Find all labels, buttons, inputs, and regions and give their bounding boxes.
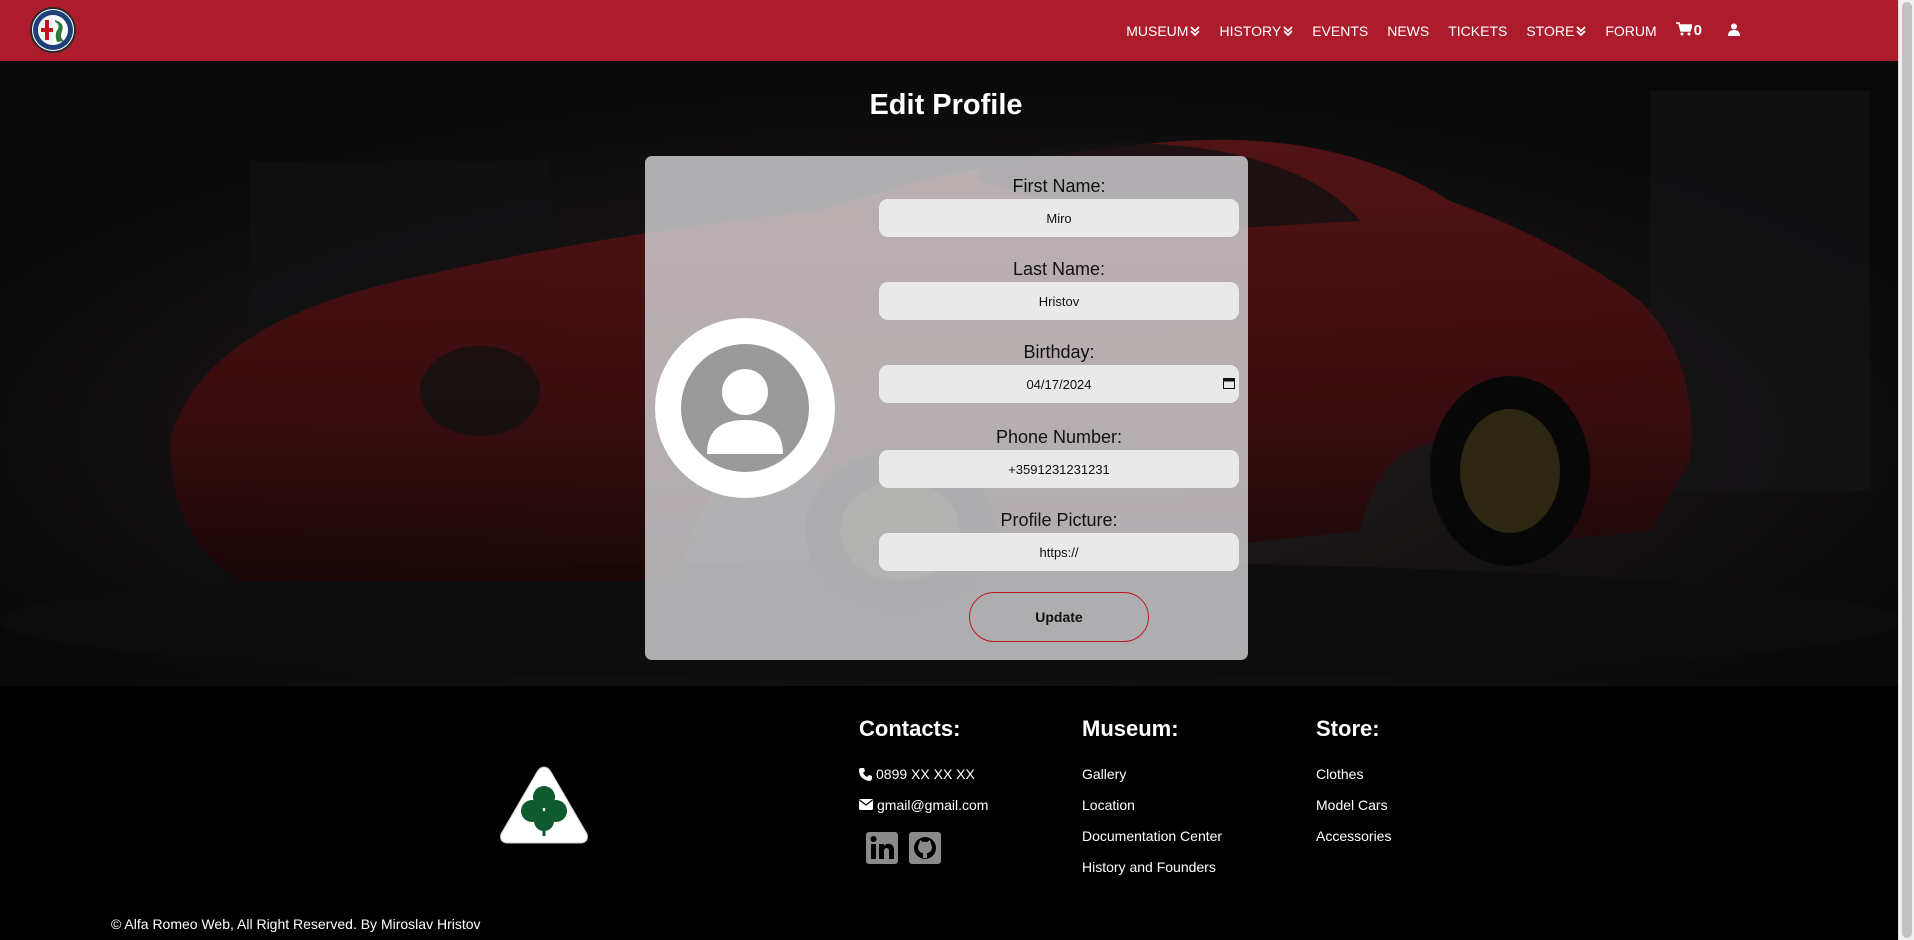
email-text: gmail@gmail.com — [877, 797, 989, 813]
contacts-title: Contacts: — [859, 716, 961, 741]
nav-item-label: STORE — [1526, 22, 1575, 39]
avatar — [655, 318, 835, 498]
nav-item-label: MUSEUM — [1126, 22, 1189, 39]
phone-text: 0899 XX XX XX — [876, 766, 975, 782]
birthday-label: Birthday: — [1023, 342, 1095, 362]
cart-count: 0 — [1693, 22, 1702, 39]
nav-item-museum[interactable]: MUSEUM — [1126, 0, 1201, 61]
hero-section: Edit Profile First Name: Miro Last Name:… — [0, 61, 1898, 686]
nav-item-label: HISTORY — [1219, 22, 1282, 39]
double-chevron-down-icon — [1283, 23, 1293, 39]
nav-item-label: NEWS — [1387, 22, 1430, 39]
phone-icon — [859, 766, 876, 784]
museum-title: Museum: — [1082, 716, 1179, 741]
first-name-input[interactable]: Miro — [879, 199, 1239, 237]
update-button[interactable]: Update — [969, 592, 1149, 642]
store-link-clothes[interactable]: Clothes — [1316, 766, 1391, 797]
copyright-text: © Alfa Romeo Web, All Right Reserved. By… — [111, 916, 481, 932]
default-user-avatar-icon — [681, 344, 809, 472]
alfa-romeo-logo[interactable] — [30, 7, 76, 53]
calendar-icon[interactable] — [1223, 377, 1235, 392]
scrollbar-thumb[interactable] — [1902, 2, 1912, 938]
page-title: Edit Profile — [869, 89, 1023, 121]
first-name-label: First Name: — [1012, 176, 1106, 196]
envelope-icon — [859, 797, 877, 813]
birthday-input[interactable]: 04/17/2024 — [879, 365, 1239, 403]
phone-label: Phone Number: — [995, 427, 1123, 447]
linkedin-icon[interactable] — [865, 831, 899, 870]
footer-store: Store: Clothes Model Cars Accessories — [1316, 716, 1391, 859]
profile-picture-label: Profile Picture: — [1000, 510, 1118, 530]
museum-link-gallery[interactable]: Gallery — [1082, 766, 1222, 797]
museum-link-location[interactable]: Location — [1082, 797, 1222, 828]
museum-link-documentation[interactable]: Documentation Center — [1082, 828, 1222, 859]
nav-item-label: FORUM — [1605, 22, 1657, 39]
contact-email[interactable]: gmail@gmail.com — [859, 797, 988, 828]
last-name-label: Last Name: — [1012, 259, 1106, 279]
nav-item-events[interactable]: EVENTS — [1312, 0, 1368, 61]
nav-item-tickets[interactable]: TICKETS — [1448, 0, 1507, 61]
cart-button[interactable]: 0 — [1675, 0, 1702, 61]
footer-contacts: Contacts: 0899 XX XX XX gmail@gmail.com — [859, 716, 988, 870]
store-title: Store: — [1316, 716, 1380, 741]
double-chevron-down-icon — [1576, 23, 1586, 39]
nav-item-news[interactable]: NEWS — [1387, 0, 1429, 61]
nav-item-store[interactable]: STORE — [1526, 0, 1586, 61]
profile-picture-input[interactable]: https:// — [879, 533, 1239, 571]
contact-phone[interactable]: 0899 XX XX XX — [859, 766, 988, 797]
phone-input[interactable]: +3591231231231 — [879, 450, 1239, 488]
store-link-model-cars[interactable]: Model Cars — [1316, 797, 1391, 828]
nav-item-label: TICKETS — [1448, 22, 1508, 39]
nav-item-label: EVENTS — [1312, 22, 1369, 39]
github-icon[interactable] — [908, 831, 942, 870]
footer: Contacts: 0899 XX XX XX gmail@gmail.com … — [0, 686, 1898, 940]
store-link-accessories[interactable]: Accessories — [1316, 828, 1391, 859]
double-chevron-down-icon — [1190, 23, 1201, 39]
user-profile-button[interactable] — [1728, 0, 1740, 61]
cart-icon — [1675, 21, 1694, 40]
edit-profile-card: First Name: Miro Last Name: Hristov Birt… — [645, 156, 1248, 660]
top-navbar: MUSEUM HISTORY EVENTS NEWS TICKETS STORE — [0, 0, 1898, 61]
nav-links: MUSEUM HISTORY EVENTS NEWS TICKETS STORE — [1107, 0, 1740, 61]
footer-museum: Museum: Gallery Location Documentation C… — [1082, 716, 1222, 890]
social-links — [865, 831, 988, 870]
page-scrollbar[interactable] — [1898, 0, 1914, 940]
last-name-input[interactable]: Hristov — [879, 282, 1239, 320]
user-icon — [1728, 23, 1740, 39]
birthday-value: 04/17/2024 — [1026, 376, 1092, 392]
quadrifoglio-logo — [498, 764, 590, 851]
nav-item-history[interactable]: HISTORY — [1219, 0, 1293, 61]
nav-item-forum[interactable]: FORUM — [1605, 0, 1656, 61]
museum-link-history[interactable]: History and Founders — [1082, 859, 1222, 890]
